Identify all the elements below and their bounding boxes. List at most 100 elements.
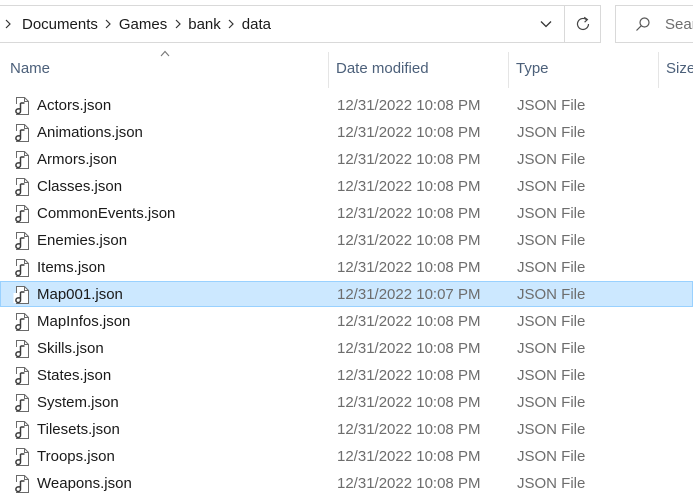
breadcrumb-item-bank[interactable]: bank — [185, 16, 224, 33]
file-row[interactable]: States.json 12/31/2022 10:08 PM JSON Fil… — [0, 362, 693, 388]
json-file-icon — [13, 340, 29, 358]
file-row[interactable]: Classes.json 12/31/2022 10:08 PM JSON Fi… — [0, 173, 693, 199]
address-history-dropdown[interactable] — [528, 6, 564, 42]
file-row[interactable]: Weapons.json 12/31/2022 10:08 PM JSON Fi… — [0, 470, 693, 496]
refresh-icon — [576, 16, 589, 31]
breadcrumb-item-games[interactable]: Games — [116, 16, 170, 33]
file-name: States.json — [37, 367, 112, 384]
column-divider[interactable] — [508, 52, 509, 88]
file-type: JSON File — [517, 394, 586, 411]
file-row[interactable]: Troops.json 12/31/2022 10:08 PM JSON Fil… — [0, 443, 693, 469]
json-file-icon — [13, 475, 29, 493]
file-name: Weapons.json — [37, 475, 132, 492]
column-header-size[interactable]: Size — [666, 48, 693, 88]
file-date-modified: 12/31/2022 10:08 PM — [337, 421, 481, 438]
file-type: JSON File — [517, 313, 586, 330]
file-row[interactable]: Map001.json 12/31/2022 10:07 PM JSON Fil… — [0, 281, 693, 307]
json-file-icon — [13, 367, 29, 385]
file-row[interactable]: Animations.json 12/31/2022 10:08 PM JSON… — [0, 119, 693, 145]
file-date-modified: 12/31/2022 10:08 PM — [337, 394, 481, 411]
refresh-button[interactable] — [564, 6, 600, 42]
json-file-icon — [13, 205, 29, 223]
file-type: JSON File — [517, 97, 586, 114]
json-file-icon — [13, 232, 29, 250]
json-file-icon — [13, 394, 29, 412]
breadcrumb-item-data[interactable]: data — [239, 16, 274, 33]
json-file-icon — [13, 448, 29, 466]
file-date-modified: 12/31/2022 10:08 PM — [337, 178, 481, 195]
file-name: Animations.json — [37, 124, 143, 141]
breadcrumb-item-documents[interactable]: Documents — [19, 16, 101, 33]
file-type: JSON File — [517, 286, 586, 303]
json-file-icon — [13, 286, 29, 304]
file-row[interactable]: Items.json 12/31/2022 10:08 PM JSON File — [0, 254, 693, 280]
column-header-type[interactable]: Type — [516, 48, 658, 88]
file-row[interactable]: Armors.json 12/31/2022 10:08 PM JSON Fil… — [0, 146, 693, 172]
file-type: JSON File — [517, 340, 586, 357]
json-file-icon — [13, 259, 29, 277]
file-name: Map001.json — [37, 286, 123, 303]
file-type: JSON File — [517, 475, 586, 492]
column-header-name[interactable]: Name — [10, 48, 328, 88]
file-row[interactable]: CommonEvents.json 12/31/2022 10:08 PM JS… — [0, 200, 693, 226]
file-date-modified: 12/31/2022 10:08 PM — [337, 340, 481, 357]
file-row[interactable]: Enemies.json 12/31/2022 10:08 PM JSON Fi… — [0, 227, 693, 253]
file-name: Enemies.json — [37, 232, 128, 249]
file-date-modified: 12/31/2022 10:08 PM — [337, 259, 481, 276]
breadcrumb-chevron-icon[interactable] — [101, 6, 116, 42]
file-row[interactable]: MapInfos.json 12/31/2022 10:08 PM JSON F… — [0, 308, 693, 334]
file-date-modified: 12/31/2022 10:07 PM — [337, 286, 481, 303]
breadcrumb: Documents Games bank data — [0, 6, 528, 42]
file-date-modified: 12/31/2022 10:08 PM — [337, 367, 481, 384]
column-divider[interactable] — [658, 52, 659, 88]
file-type: JSON File — [517, 448, 586, 465]
search-input[interactable]: Sear — [615, 5, 693, 43]
file-date-modified: 12/31/2022 10:08 PM — [337, 97, 481, 114]
column-divider[interactable] — [328, 52, 329, 88]
chevron-down-icon — [540, 21, 552, 28]
file-type: JSON File — [517, 421, 586, 438]
file-name: Classes.json — [37, 178, 123, 195]
json-file-icon — [13, 97, 29, 115]
breadcrumb-chevron-icon[interactable] — [170, 6, 185, 42]
json-file-icon — [13, 421, 29, 439]
file-name: Skills.json — [37, 340, 104, 357]
file-name: CommonEvents.json — [37, 205, 176, 222]
file-date-modified: 12/31/2022 10:08 PM — [337, 205, 481, 222]
file-type: JSON File — [517, 232, 586, 249]
file-row[interactable]: System.json 12/31/2022 10:08 PM JSON Fil… — [0, 389, 693, 415]
file-list: Actors.json 12/31/2022 10:08 PM JSON Fil… — [0, 92, 693, 497]
file-type: JSON File — [517, 151, 586, 168]
file-row[interactable]: Tilesets.json 12/31/2022 10:08 PM JSON F… — [0, 416, 693, 442]
json-file-icon — [13, 313, 29, 331]
search-placeholder: Sear — [665, 15, 693, 33]
file-type: JSON File — [517, 124, 586, 141]
navigation-bar: Documents Games bank data Sea — [0, 0, 693, 48]
breadcrumb-chevron-icon[interactable] — [0, 6, 15, 42]
file-name: Armors.json — [37, 151, 118, 168]
column-header-date-modified[interactable]: Date modified — [336, 48, 508, 88]
file-date-modified: 12/31/2022 10:08 PM — [337, 448, 481, 465]
file-date-modified: 12/31/2022 10:08 PM — [337, 232, 481, 249]
file-name: System.json — [37, 394, 119, 411]
json-file-icon — [13, 178, 29, 196]
file-name: Items.json — [37, 259, 106, 276]
file-name: Actors.json — [37, 97, 112, 114]
file-date-modified: 12/31/2022 10:08 PM — [337, 124, 481, 141]
json-file-icon — [13, 151, 29, 169]
search-icon — [636, 17, 650, 31]
file-type: JSON File — [517, 205, 586, 222]
file-date-modified: 12/31/2022 10:08 PM — [337, 475, 481, 492]
breadcrumb-chevron-icon[interactable] — [224, 6, 239, 42]
file-date-modified: 12/31/2022 10:08 PM — [337, 151, 481, 168]
file-name: Tilesets.json — [37, 421, 120, 438]
file-type: JSON File — [517, 178, 586, 195]
file-name: Troops.json — [37, 448, 115, 465]
file-date-modified: 12/31/2022 10:08 PM — [337, 313, 481, 330]
column-header-row: Name Date modified Type Size — [0, 48, 693, 88]
file-type: JSON File — [517, 367, 586, 384]
json-file-icon — [13, 124, 29, 142]
file-row[interactable]: Actors.json 12/31/2022 10:08 PM JSON Fil… — [0, 92, 693, 118]
address-bar[interactable]: Documents Games bank data — [0, 5, 601, 43]
file-row[interactable]: Skills.json 12/31/2022 10:08 PM JSON Fil… — [0, 335, 693, 361]
